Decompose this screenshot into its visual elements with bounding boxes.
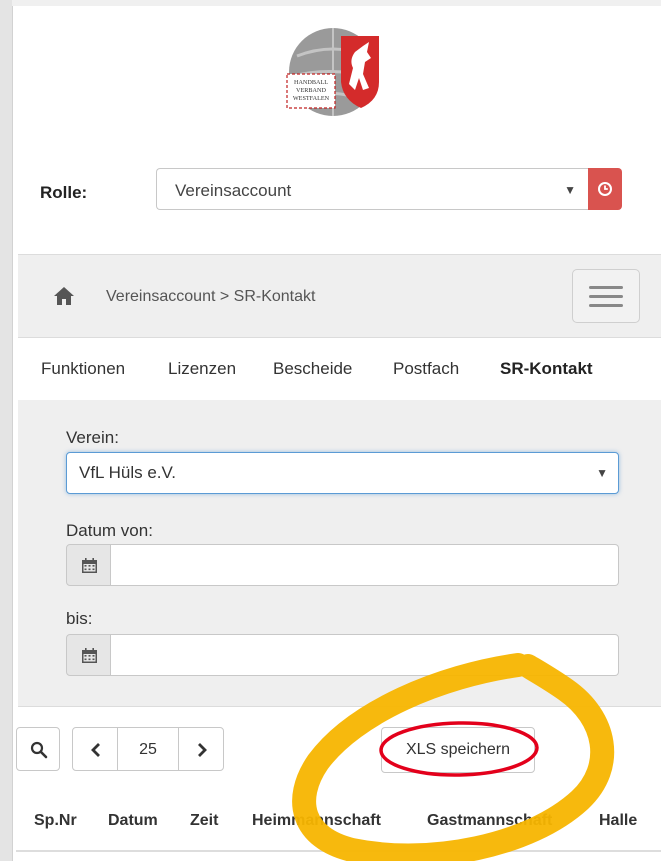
tab-bescheide[interactable]: Bescheide	[273, 359, 352, 379]
table-header: Sp.Nr Datum Zeit Heimmannschaft Gastmann…	[16, 790, 661, 852]
col-header-halle[interactable]: Halle	[599, 812, 637, 830]
page-size-value: 25	[139, 741, 157, 758]
logo-line-1: HANDBALL	[294, 79, 328, 86]
calendar-icon	[82, 558, 97, 573]
tab-sr-kontakt[interactable]: SR-Kontakt	[500, 359, 593, 379]
home-icon[interactable]	[52, 285, 76, 307]
menu-toggle-button[interactable]	[572, 269, 640, 323]
col-header-zeit[interactable]: Zeit	[190, 812, 218, 830]
verein-selected-value: VfL Hüls e.V.	[79, 463, 177, 482]
bis-calendar-button[interactable]	[66, 634, 111, 676]
hvw-logo: HANDBALL VERBAND WESTFALEN	[286, 28, 379, 116]
role-history-button[interactable]	[588, 168, 622, 210]
role-selected-value: Vereinsaccount	[175, 181, 292, 200]
datum-von-input[interactable]	[111, 544, 619, 586]
tab-lizenzen[interactable]: Lizenzen	[168, 359, 236, 379]
tab-postfach[interactable]: Postfach	[393, 359, 459, 379]
col-header-datum[interactable]: Datum	[108, 812, 158, 830]
col-header-spnr[interactable]: Sp.Nr	[34, 812, 77, 830]
role-label: Rolle:	[40, 183, 88, 202]
tab-bar: Funktionen Lizenzen Bescheide Postfach S…	[0, 338, 661, 400]
datum-von-group	[66, 544, 619, 586]
verein-select[interactable]: VfL Hüls e.V. ▼	[66, 452, 619, 494]
chevron-left-icon	[91, 743, 100, 757]
search-icon	[30, 741, 48, 759]
datum-von-calendar-button[interactable]	[66, 544, 111, 586]
chevron-right-icon	[198, 743, 207, 757]
calendar-icon	[82, 648, 97, 663]
page-top-edge	[12, 0, 661, 6]
next-page-button[interactable]	[178, 727, 224, 771]
col-header-heimmannschaft[interactable]: Heimmannschaft	[252, 812, 381, 830]
breadcrumb-text: Vereinsaccount > SR-Kontakt	[106, 288, 316, 305]
bis-group	[66, 634, 619, 676]
role-select[interactable]: Vereinsaccount ▼	[156, 168, 588, 210]
datum-von-label: Datum von:	[66, 521, 153, 540]
col-header-gastmannschaft[interactable]: Gastmannschaft	[427, 812, 552, 830]
caret-down-icon: ▼	[564, 183, 576, 197]
page-size-field[interactable]: 25	[117, 727, 179, 771]
bis-label: bis:	[66, 609, 93, 628]
xls-export-label: XLS speichern	[405, 741, 511, 758]
logo-line-2: VERBAND	[296, 87, 326, 94]
logo-line-3: WESTFALEN	[293, 95, 330, 102]
search-button[interactable]	[16, 727, 60, 771]
table-body-start	[16, 852, 661, 861]
breadcrumb: Vereinsaccount > SR-Kontakt	[18, 254, 661, 338]
xls-export-button[interactable]: XLS speichern	[381, 727, 535, 773]
clock-icon	[598, 182, 612, 196]
hamburger-icon	[589, 286, 623, 289]
verein-label: Verein:	[66, 428, 119, 447]
caret-down-icon: ▼	[596, 466, 608, 480]
prev-page-button[interactable]	[72, 727, 118, 771]
tab-funktionen[interactable]: Funktionen	[41, 359, 125, 379]
page-left-edge	[0, 0, 13, 861]
filter-panel: Verein: VfL Hüls e.V. ▼ Datum von: bis:	[18, 400, 661, 707]
bis-input[interactable]	[111, 634, 619, 676]
